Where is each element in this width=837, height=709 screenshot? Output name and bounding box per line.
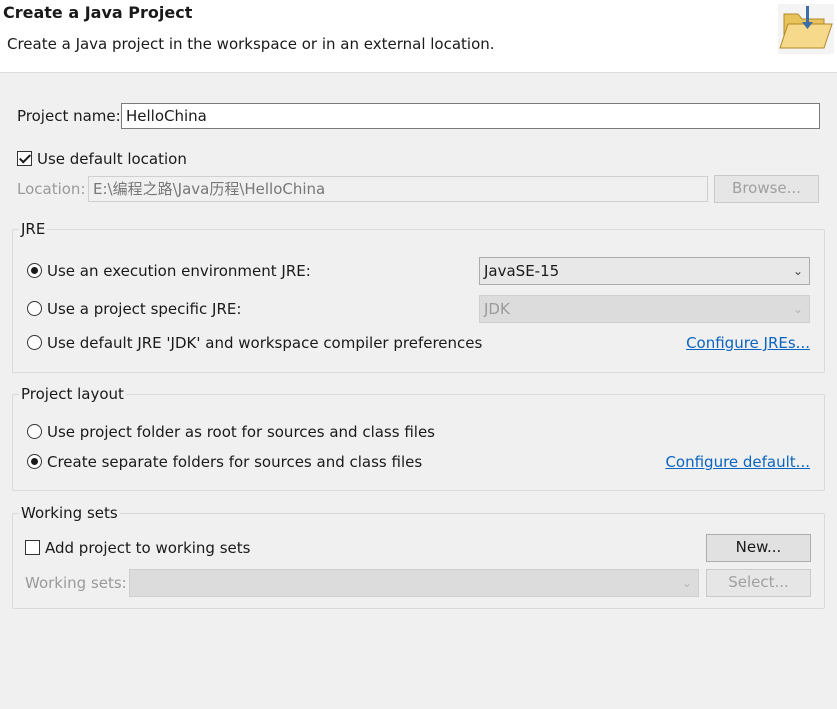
jre-env-radio[interactable] — [27, 263, 42, 278]
project-layout-title: Project layout — [19, 385, 126, 403]
working-sets-title: Working sets — [19, 504, 120, 522]
jre-default-label: Use default JRE 'JDK' and workspace comp… — [47, 334, 483, 352]
project-layout-group — [12, 394, 825, 491]
select-working-sets-button[interactable]: Select... — [706, 569, 811, 597]
use-default-location-checkbox[interactable] — [17, 151, 32, 166]
jre-default-radio[interactable] — [27, 335, 42, 350]
new-working-set-button[interactable]: New... — [706, 534, 811, 562]
page-description: Create a Java project in the workspace o… — [7, 35, 495, 53]
layout-separate-label: Create separate folders for sources and … — [47, 453, 423, 471]
jre-specific-select-value: JDK — [484, 300, 510, 318]
location-label: Location: — [17, 180, 86, 198]
jre-group-title: JRE — [19, 220, 48, 238]
configure-jres-link[interactable]: Configure JREs... — [686, 334, 810, 352]
jre-specific-radio[interactable] — [27, 301, 42, 316]
jre-specific-select[interactable]: JDK ⌄ — [479, 295, 810, 323]
browse-button[interactable]: Browse... — [714, 175, 819, 203]
jre-env-select[interactable]: JavaSE-15 ⌄ — [479, 257, 810, 285]
chevron-down-icon: ⌄ — [792, 264, 803, 278]
layout-separate-radio[interactable] — [27, 454, 42, 469]
add-working-sets-checkbox[interactable] — [25, 540, 40, 555]
project-name-input[interactable]: HelloChina — [121, 103, 820, 129]
chevron-down-icon: ⌄ — [792, 302, 803, 316]
location-input[interactable]: E:\编程之路\Java历程\HelloChina — [88, 176, 708, 202]
add-working-sets-label: Add project to working sets — [45, 539, 251, 557]
project-name-label: Project name: — [17, 107, 121, 125]
working-sets-select[interactable]: ⌄ — [129, 569, 699, 597]
open-folder-icon — [778, 4, 834, 54]
use-default-location-label: Use default location — [37, 150, 187, 168]
chevron-down-icon: ⌄ — [681, 576, 692, 590]
jre-env-label: Use an execution environment JRE: — [47, 262, 311, 280]
page-title: Create a Java Project — [3, 3, 193, 22]
layout-root-radio[interactable] — [27, 424, 42, 439]
wizard-header: Create a Java Project Create a Java proj… — [0, 0, 837, 73]
jre-env-select-value: JavaSE-15 — [484, 262, 560, 280]
jre-specific-label: Use a project specific JRE: — [47, 300, 242, 318]
configure-default-link[interactable]: Configure default... — [665, 453, 810, 471]
layout-root-label: Use project folder as root for sources a… — [47, 423, 435, 441]
working-sets-label: Working sets: — [25, 574, 127, 592]
